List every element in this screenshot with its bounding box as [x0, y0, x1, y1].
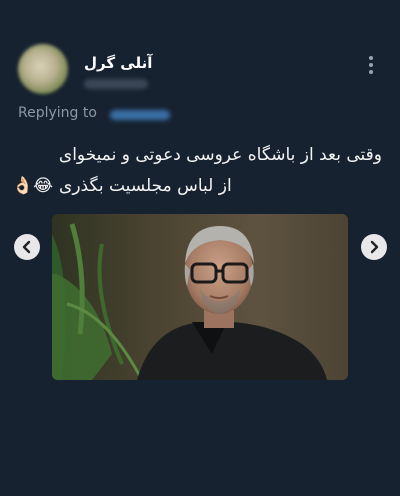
- previous-media-button[interactable]: [14, 234, 40, 260]
- replying-to-label: Replying to: [18, 105, 97, 121]
- tweet-line-2-row: از لباس مجلسیت بگذری 😂👌🏻: [12, 171, 382, 202]
- tweet-line-1: وقتی بعد از باشگاه عروسی دعوتی و نمیخوای: [58, 145, 382, 165]
- avatar[interactable]: [18, 44, 68, 94]
- reply-handle-redacted[interactable]: [110, 110, 170, 120]
- more-vertical-icon: [369, 56, 373, 74]
- chevron-right-icon: [370, 240, 379, 254]
- author-handle-redacted: [84, 79, 148, 89]
- next-media-button[interactable]: [361, 234, 387, 260]
- author-name[interactable]: آنلی گرل: [84, 54, 152, 72]
- more-options-button[interactable]: [360, 54, 382, 76]
- tweet-media-image[interactable]: [52, 214, 348, 380]
- emoji-laugh-ok: 😂👌🏻: [12, 176, 54, 196]
- chevron-left-icon: [22, 240, 31, 254]
- tweet-line-2: از لباس مجلسیت بگذری: [59, 176, 232, 196]
- tweet-text: وقتی بعد از باشگاه عروسی دعوتی و نمیخوای…: [12, 140, 382, 202]
- man-portrait-image: [52, 214, 348, 380]
